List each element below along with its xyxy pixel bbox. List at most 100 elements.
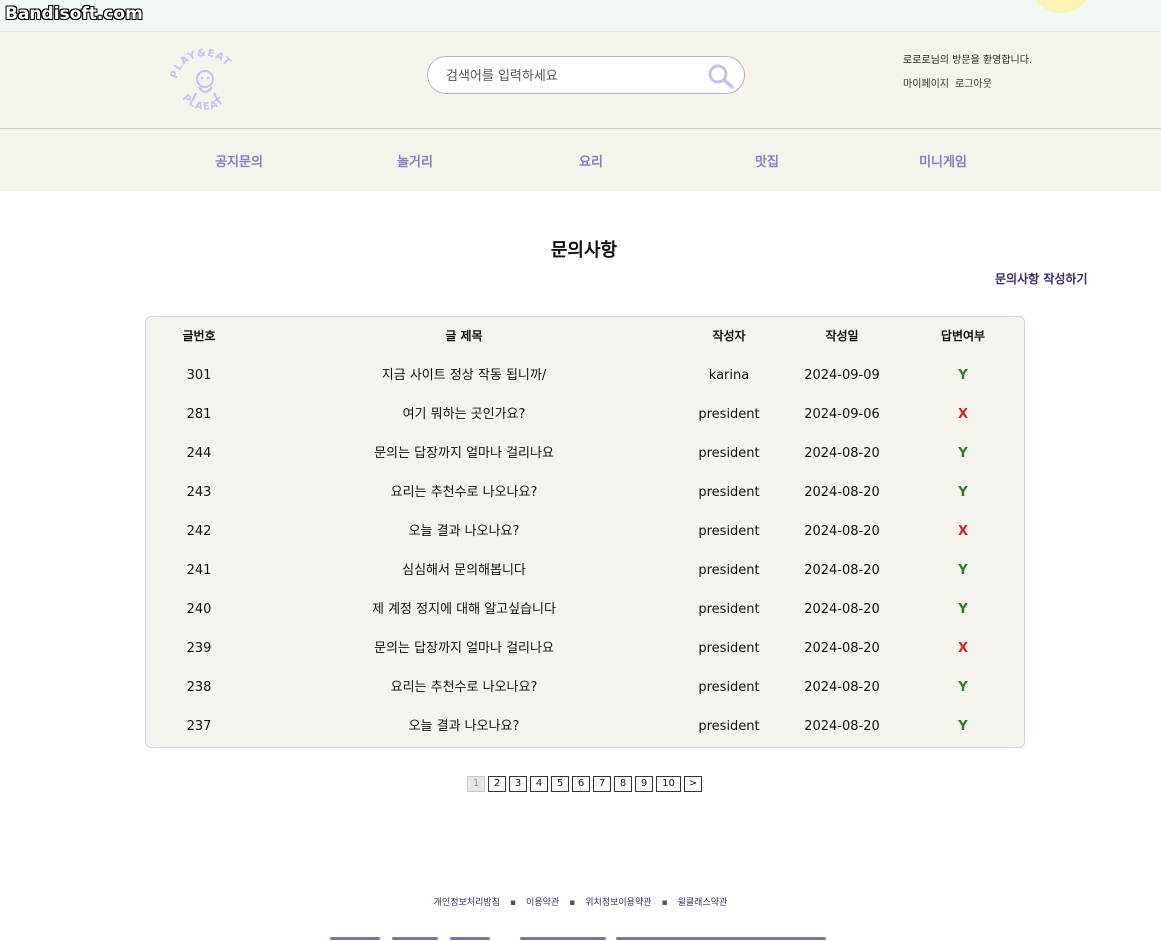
cell-author: president	[698, 446, 760, 461]
footer-separator: ▪	[509, 898, 517, 908]
cell-answered: Y	[958, 719, 968, 734]
page-button-4[interactable]: 4	[530, 776, 548, 792]
cell-date: 2024-08-20	[804, 719, 880, 734]
cell-number: 242	[186, 524, 212, 539]
cell-number: 244	[186, 446, 212, 461]
cell-title[interactable]: 지금 사이트 정상 작동 됩니까/	[382, 356, 546, 395]
footer-separator: ▪	[569, 898, 576, 908]
nav-item-notice-inquiry[interactable]: 공지문의	[215, 151, 263, 170]
cell-title[interactable]: 문의는 답장까지 얼마나 걸리나요	[374, 434, 554, 473]
page-button-3[interactable]: 3	[509, 776, 527, 792]
page-button-2[interactable]: 2	[488, 776, 506, 792]
nav-item-restaurants[interactable]: 맛집	[755, 151, 779, 170]
cell-title[interactable]: 오늘 결과 나오나요?	[409, 707, 520, 746]
watermark: Bandisoft.com	[5, 4, 143, 24]
page-button-1[interactable]: 1	[467, 776, 485, 792]
table-header: 글번호 글 제목 작성자 작성일 답변여부	[146, 317, 1024, 356]
cell-date: 2024-08-20	[804, 641, 880, 656]
cell-number: 237	[186, 719, 212, 734]
page-button-9[interactable]: 9	[635, 776, 653, 792]
privacy-policy-link[interactable]: 개인정보처리방침	[434, 898, 500, 908]
footer-info-cutoff	[330, 934, 840, 941]
cell-author: president	[698, 485, 760, 500]
write-inquiry-link[interactable]: 문의사항 작성하기	[995, 270, 1088, 287]
user-links: 마이페이지 로그아웃	[903, 75, 998, 90]
cell-answered: Y	[958, 602, 968, 617]
cell-number: 239	[186, 641, 212, 656]
cell-author: president	[698, 563, 760, 578]
cell-answered: Y	[958, 446, 968, 461]
page-button-6[interactable]: 6	[572, 776, 590, 792]
search-box	[427, 56, 745, 94]
table-row[interactable]: 301 지금 사이트 정상 작동 됩니까/karina 2024-09-09 Y	[146, 356, 1024, 395]
cell-title[interactable]: 제 계정 정지에 대해 알고싶습니다	[372, 590, 556, 629]
cell-author: president	[698, 719, 760, 734]
mypage-link[interactable]: 마이페이지	[903, 79, 949, 90]
page-button-7[interactable]: 7	[593, 776, 611, 792]
cell-answered: X	[957, 641, 969, 656]
column-header-title: 글 제목	[445, 329, 483, 343]
column-header-number: 글번호	[182, 329, 216, 343]
cell-date: 2024-08-20	[804, 524, 880, 539]
cell-author: president	[698, 602, 760, 617]
cell-title[interactable]: 여기 뭐하는 곳인가요?	[403, 395, 526, 434]
column-header-date: 작성일	[825, 329, 859, 343]
logo-text-bottom: PLAEAT	[180, 93, 226, 113]
table-row[interactable]: 238 요리는 추천수로 나오나요? president 2024-08-20 Y	[146, 668, 1024, 707]
cell-answered: Y	[958, 368, 968, 383]
table-row[interactable]: 281 여기 뭐하는 곳인가요? president 2024-09-06 X	[146, 395, 1024, 434]
footer-links: 개인정보처리방침 ▪ 이용약관 ▪ 위치정보이용약관 ▪ 윌클래스약관	[0, 895, 1161, 908]
welcome-message: 로로로님의 방문을 환영합니다.	[903, 55, 1033, 66]
terms-link[interactable]: 이용약관	[526, 898, 559, 908]
search-icon[interactable]	[707, 63, 735, 89]
next-page-button[interactable]: >	[684, 776, 702, 792]
table-row[interactable]: 237 오늘 결과 나오나요? president 2024-08-20 Y	[146, 707, 1024, 746]
cell-title[interactable]: 심심해서 문의해봅니다	[402, 551, 526, 590]
cell-number: 301	[186, 368, 212, 383]
svg-text:PLAY&EAT: PLAY&EAT	[169, 48, 233, 80]
cell-title[interactable]: 문의는 답장까지 얼마나 걸리나요	[374, 629, 554, 668]
cell-author: president	[698, 680, 760, 695]
cell-author: president	[698, 407, 760, 422]
table-row[interactable]: 243 요리는 추천수로 나오나요? president 2024-08-20 Y	[146, 473, 1024, 512]
cell-answered: Y	[958, 485, 968, 500]
cell-title[interactable]: 요리는 추천수로 나오나요?	[391, 668, 538, 707]
cell-author: president	[698, 524, 760, 539]
table-row[interactable]: 244 문의는 답장까지 얼마나 걸리나요 president 2024-08-20 Y	[146, 434, 1024, 473]
column-header-answered: 답변여부	[940, 329, 986, 343]
top-strip: Bandisoft.com	[0, 0, 1161, 32]
cell-date: 2024-08-20	[804, 563, 880, 578]
search-input[interactable]	[444, 65, 698, 87]
cell-number: 241	[186, 563, 212, 578]
logo-icon[interactable]: PLAY&EAT PLAEAT	[166, 45, 244, 123]
nav-item-minigame[interactable]: 미니게임	[919, 151, 967, 170]
willclass-terms-link[interactable]: 윌클래스약관	[678, 898, 728, 908]
nav-item-activities[interactable]: 놀거리	[397, 151, 433, 170]
page-button-8[interactable]: 8	[614, 776, 632, 792]
cell-date: 2024-08-20	[804, 446, 880, 461]
nav-item-cooking[interactable]: 요리	[579, 151, 603, 170]
cell-number: 243	[186, 485, 212, 500]
cell-answered: X	[957, 407, 969, 422]
cell-title[interactable]: 오늘 결과 나오나요?	[409, 512, 520, 551]
page-title: 문의사항	[550, 240, 618, 261]
logo-text-top: PLAY&EAT	[169, 48, 232, 80]
cell-number: 238	[186, 680, 212, 695]
table-row[interactable]: 241 심심해서 문의해봅니다 president 2024-08-20 Y	[146, 551, 1024, 590]
cell-answered: Y	[958, 563, 968, 578]
page-button-10[interactable]: 10	[656, 776, 681, 792]
table-row[interactable]: 239 문의는 답장까지 얼마나 걸리나요 president 2024-08-20 X	[146, 629, 1024, 668]
cell-answered: X	[957, 524, 969, 539]
sun-decoration	[1030, 0, 1092, 13]
table-row[interactable]: 242 오늘 결과 나오나요? president 2024-08-20 X	[146, 512, 1024, 551]
main-nav: 공지문의 놀거리 요리 맛집 미니게임	[0, 129, 1161, 191]
logout-link[interactable]: 로그아웃	[955, 79, 992, 90]
cell-date: 2024-08-20	[804, 680, 880, 695]
cell-number: 281	[186, 407, 212, 422]
cell-title[interactable]: 요리는 추천수로 나오나요?	[391, 473, 538, 512]
location-terms-link[interactable]: 위치정보이용약관	[585, 898, 651, 908]
table-row[interactable]: 240 제 계정 정지에 대해 알고싶습니다 president 2024-08-20…	[146, 590, 1024, 629]
inquiry-table: 글번호 글 제목 작성자 작성일 답변여부 301 지금 사이트 정상 작동 됩니…	[145, 316, 1025, 748]
page-button-5[interactable]: 5	[551, 776, 569, 792]
cell-answered: Y	[958, 680, 968, 695]
